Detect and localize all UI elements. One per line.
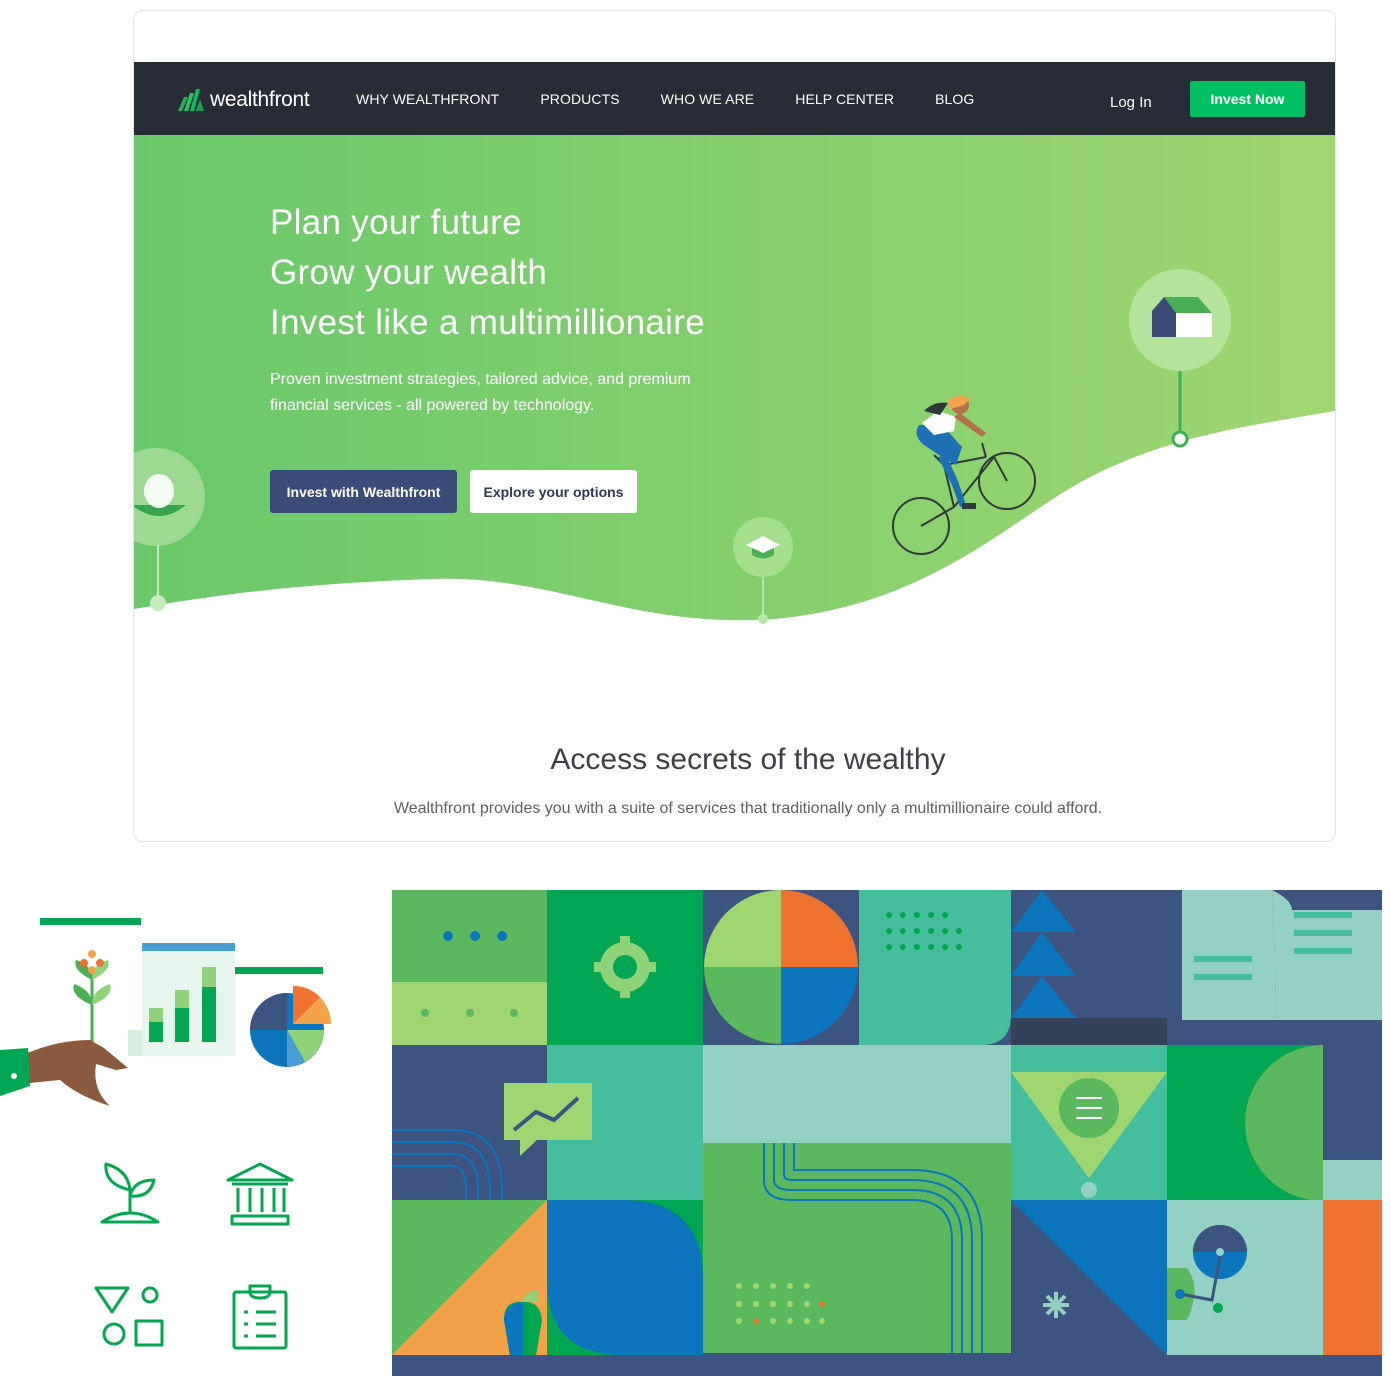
browser-frame: wealthfront WHY WEALTHFRONT PRODUCTS WHO… — [133, 10, 1336, 842]
mosaic-illustration — [392, 890, 1382, 1376]
clipboard-icon — [232, 1284, 288, 1350]
brand-mosaic — [392, 890, 1382, 1376]
sprout-icon — [100, 1162, 160, 1224]
nav-help-center[interactable]: HELP CENTER — [795, 91, 894, 107]
section-subtitle: Wealthfront provides you with a suite of… — [393, 800, 1103, 817]
section-title: Access secrets of the wealthy — [550, 743, 946, 776]
hand-plant-chart-illustration — [0, 918, 331, 1106]
hero: Plan your future Grow your wealth Invest… — [134, 135, 1335, 695]
top-nav: wealthfront WHY WEALTHFRONT PRODUCTS WHO… — [134, 62, 1335, 135]
invest-now-button[interactable]: Invest Now — [1190, 81, 1305, 117]
logo[interactable]: wealthfront — [178, 86, 310, 114]
nav-why-wealthfront[interactable]: WHY WEALTHFRONT — [356, 91, 499, 107]
headline-line-2: Grow your wealth — [270, 253, 548, 292]
logo-text: wealthfront — [210, 88, 310, 111]
nav-links: WHY WEALTHFRONT PRODUCTS WHO WE ARE HELP… — [356, 62, 1015, 135]
brand-illustrations — [0, 900, 340, 1376]
login-link[interactable]: Log In — [1110, 94, 1152, 111]
nav-products[interactable]: PRODUCTS — [540, 91, 619, 107]
explore-options-button[interactable]: Explore your options — [470, 470, 637, 513]
hero-subtext: Proven investment strategies, tailored a… — [270, 371, 691, 414]
nav-blog[interactable]: BLOG — [935, 91, 974, 107]
wealthfront-logo-icon — [178, 89, 204, 111]
headline-line-3: Invest like a multimillionaire — [270, 303, 705, 342]
nav-who-we-are[interactable]: WHO WE ARE — [661, 91, 755, 107]
invest-with-wealthfront-button[interactable]: Invest with Wealthfront — [270, 470, 457, 513]
headline-line-1: Plan your future — [270, 203, 522, 242]
bank-icon — [226, 1162, 294, 1226]
shapes-icon — [94, 1286, 164, 1347]
